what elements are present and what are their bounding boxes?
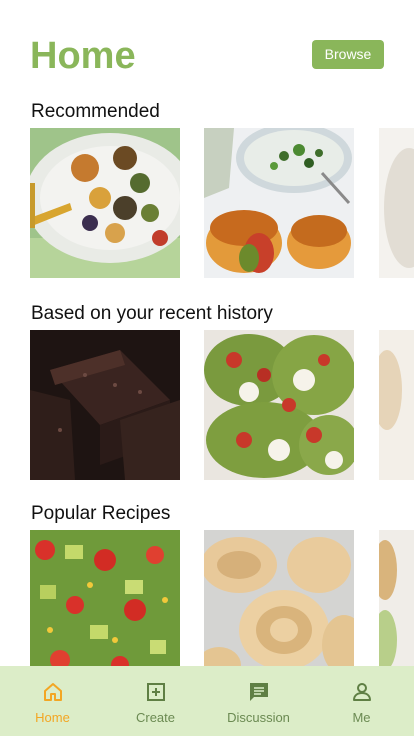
nav-item-me[interactable]: Me xyxy=(319,666,404,736)
section-title: Recommended xyxy=(31,101,160,122)
fresh-pasta-icon xyxy=(204,530,355,680)
partial-dish-icon xyxy=(378,128,414,278)
nav-item-home[interactable]: Home xyxy=(10,666,95,736)
section-recommended: Recommended xyxy=(0,100,414,280)
recipe-tile[interactable] xyxy=(204,128,355,278)
bottom-nav: Home Create Discussion Me xyxy=(0,666,414,736)
recipe-tile[interactable] xyxy=(30,330,180,480)
nav-item-discussion[interactable]: Discussion xyxy=(216,666,301,736)
recipe-tile[interactable] xyxy=(30,530,180,680)
nav-label: Discussion xyxy=(227,710,290,725)
section-title: Based on your recent history xyxy=(31,303,273,324)
nav-label: Me xyxy=(352,710,371,725)
recipe-tile[interactable] xyxy=(30,128,180,278)
nav-label: Home xyxy=(35,710,70,725)
section-title: Popular Recipes xyxy=(31,503,171,524)
brownies-icon xyxy=(30,330,180,480)
partial-dish-icon xyxy=(378,530,414,680)
roasted-vegetables-chicken-icon xyxy=(30,128,180,278)
section-recent-history: Based on your recent history xyxy=(0,302,414,482)
message-icon xyxy=(249,683,268,701)
recipe-carousel[interactable] xyxy=(30,530,414,680)
recipe-tile[interactable] xyxy=(378,330,414,480)
browse-button[interactable]: Browse xyxy=(312,40,384,69)
home-icon xyxy=(43,683,62,701)
header: Home Browse xyxy=(30,34,384,78)
partial-dish-icon xyxy=(378,330,414,480)
recipe-carousel[interactable] xyxy=(30,128,414,278)
recipe-tile[interactable] xyxy=(204,330,355,480)
recipe-tile[interactable] xyxy=(378,128,414,278)
recipe-carousel[interactable] xyxy=(30,330,414,480)
avocado-toast-icon xyxy=(204,330,355,480)
recipe-tile[interactable] xyxy=(204,530,355,680)
section-popular-recipes: Popular Recipes xyxy=(0,502,414,682)
recipe-tile[interactable] xyxy=(378,530,414,680)
avocado-salad-icon xyxy=(30,530,180,680)
nav-label: Create xyxy=(135,710,176,725)
person-icon xyxy=(352,683,371,701)
plus-square-icon xyxy=(146,683,165,701)
nav-item-create[interactable]: Create xyxy=(113,666,198,736)
burger-salad-icon xyxy=(204,128,355,278)
